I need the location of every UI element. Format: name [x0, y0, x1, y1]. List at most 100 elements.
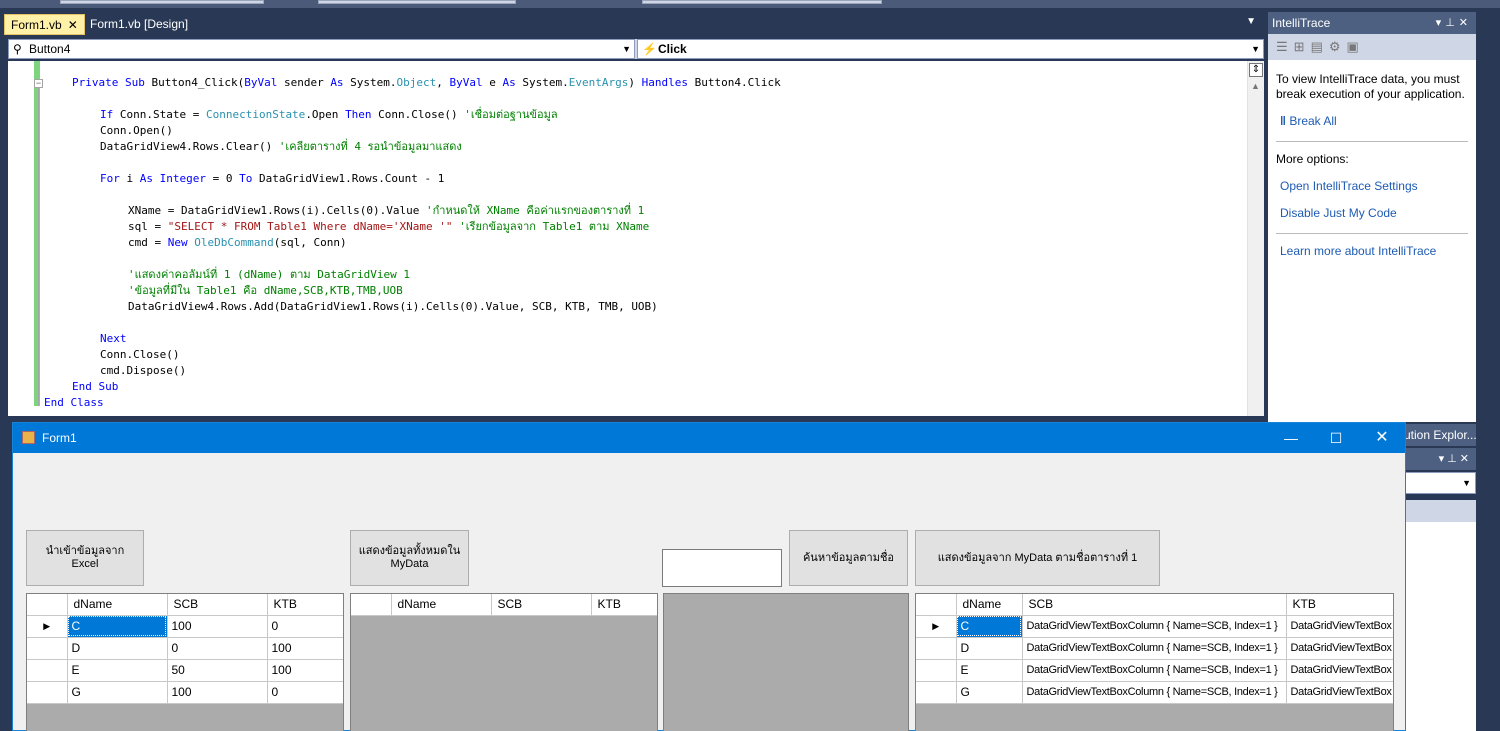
- grid-cell[interactable]: 50: [167, 659, 268, 682]
- column-header[interactable]: KTB: [591, 594, 657, 616]
- column-header[interactable]: KTB: [1286, 594, 1393, 616]
- grid-cell[interactable]: DataGridViewTextBox: [1286, 637, 1393, 660]
- code-editor[interactable]: − Private Sub Button4_Click(ByVal sender…: [8, 61, 1264, 416]
- grid-cell[interactable]: DataGridViewTextBox: [1286, 659, 1393, 682]
- break-all-link[interactable]: ‖ Break All: [1280, 114, 1468, 129]
- table-row[interactable]: ▶ C DataGridViewTextBoxColumn { Name=SCB…: [916, 615, 1393, 638]
- datagridview3[interactable]: [663, 593, 909, 731]
- row-header-corner[interactable]: [916, 594, 957, 616]
- chevron-down-icon[interactable]: ▼: [1251, 40, 1260, 58]
- chevron-down-icon[interactable]: ▼: [622, 40, 631, 58]
- grid-cell[interactable]: DataGridViewTextBoxColumn { Name=SCB, In…: [1022, 659, 1287, 682]
- splitter-icon[interactable]: ⇕: [1249, 63, 1263, 77]
- minimize-icon[interactable]: —: [1268, 423, 1314, 453]
- column-header[interactable]: SCB: [167, 594, 268, 616]
- datagridview1[interactable]: dName SCB KTB ▶ C 100 0 D 0 100 E 50 100: [26, 593, 344, 731]
- object-combo[interactable]: ⚲ Button4 ▼: [8, 39, 635, 59]
- import-excel-button[interactable]: นำเข้าข้อมูลจาก Excel: [26, 530, 144, 586]
- vertical-scrollbar[interactable]: ⇕ ▲: [1247, 61, 1264, 416]
- close-icon[interactable]: ✕: [1459, 17, 1472, 29]
- search-button[interactable]: ค้นหาข้อมูลตามชื่อ: [789, 530, 908, 586]
- table-row[interactable]: G DataGridViewTextBoxColumn { Name=SCB, …: [916, 681, 1393, 704]
- grid-cell[interactable]: G: [956, 681, 1023, 704]
- toolbar-combo[interactable]: [318, 0, 516, 4]
- table-row[interactable]: D DataGridViewTextBoxColumn { Name=SCB, …: [916, 637, 1393, 660]
- table-row[interactable]: D 0 100: [27, 637, 343, 660]
- maximize-icon[interactable]: ☐: [1313, 423, 1359, 453]
- toolbar-combo[interactable]: [642, 0, 882, 4]
- table-row[interactable]: G 100 0: [27, 681, 343, 704]
- grid-cell[interactable]: 100: [167, 615, 268, 638]
- grid-cell[interactable]: E: [956, 659, 1023, 682]
- tab-form1-vb[interactable]: Form1.vb ✕: [4, 14, 85, 35]
- grid-cell[interactable]: G: [67, 681, 168, 704]
- settings-icon[interactable]: ⚙: [1329, 39, 1347, 54]
- open-settings-link[interactable]: Open IntelliTrace Settings: [1280, 179, 1468, 194]
- column-header[interactable]: dName: [391, 594, 492, 616]
- learn-more-link[interactable]: Learn more about IntelliTrace: [1280, 244, 1468, 259]
- row-header[interactable]: [916, 681, 957, 704]
- filter-icon[interactable]: ⊞: [1294, 39, 1311, 54]
- column-header[interactable]: SCB: [491, 594, 592, 616]
- save-icon[interactable]: ▣: [1347, 39, 1365, 54]
- grid-cell[interactable]: E: [67, 659, 168, 682]
- tab-form1-design[interactable]: Form1.vb [Design]: [84, 14, 194, 35]
- datagridview2[interactable]: dName SCB KTB: [350, 593, 658, 731]
- grid-cell[interactable]: D: [956, 637, 1023, 660]
- grid-cell[interactable]: C: [956, 615, 1023, 638]
- chevron-down-icon[interactable]: ▾: [1439, 453, 1448, 465]
- open-icon[interactable]: ▤: [1311, 39, 1329, 54]
- pin-icon[interactable]: ⊥: [1447, 453, 1460, 465]
- datagridview4[interactable]: dName SCB KTB ▶ C DataGridViewTextBoxCol…: [915, 593, 1394, 731]
- column-header[interactable]: dName: [67, 594, 168, 616]
- close-icon[interactable]: ✕: [1359, 423, 1405, 453]
- current-row-icon[interactable]: ▶: [27, 615, 68, 638]
- row-header[interactable]: [27, 681, 68, 704]
- disable-jmc-link[interactable]: Disable Just My Code: [1280, 206, 1468, 221]
- chevron-down-icon[interactable]: ▼: [1462, 478, 1471, 488]
- table-row[interactable]: E DataGridViewTextBoxColumn { Name=SCB, …: [916, 659, 1393, 682]
- grid-cell[interactable]: DataGridViewTextBoxColumn { Name=SCB, In…: [1022, 637, 1287, 660]
- solution-explorer-combo[interactable]: ▼: [1404, 472, 1476, 494]
- row-header[interactable]: [27, 637, 68, 660]
- grid-cell[interactable]: DataGridViewTextBoxColumn { Name=SCB, In…: [1022, 681, 1287, 704]
- column-header[interactable]: dName: [956, 594, 1023, 616]
- close-icon[interactable]: ✕: [1460, 453, 1472, 465]
- grid-cell[interactable]: DataGridViewTextBoxColumn { Name=SCB, In…: [1022, 615, 1287, 638]
- list-icon[interactable]: ☰: [1276, 39, 1294, 54]
- show-all-button[interactable]: แสดงข้อมูลทั้งหมดใน MyData: [350, 530, 469, 586]
- collapse-icon[interactable]: −: [34, 79, 43, 88]
- grid-cell[interactable]: 0: [167, 637, 268, 660]
- toolbar-combo[interactable]: [60, 0, 264, 4]
- column-header[interactable]: KTB: [267, 594, 343, 616]
- grid-cell[interactable]: 100: [267, 637, 343, 660]
- form1-title-bar[interactable]: Form1 — ☐ ✕: [13, 423, 1405, 453]
- method-combo[interactable]: ⚡ Click ▼: [637, 39, 1264, 59]
- scroll-up-icon[interactable]: ▲: [1251, 81, 1260, 91]
- row-header[interactable]: [916, 637, 957, 660]
- grid-cell[interactable]: DataGridViewTextBox: [1286, 681, 1393, 704]
- solution-explorer-tab[interactable]: ution Explor...: [1404, 424, 1476, 446]
- grid-cell[interactable]: 0: [267, 681, 343, 704]
- grid-cell[interactable]: C: [67, 615, 168, 638]
- show-from-table1-button[interactable]: แสดงข้อมูลจาก MyData ตามชื่อตารางที่ 1: [915, 530, 1160, 586]
- row-header[interactable]: [27, 659, 68, 682]
- grid-cell[interactable]: 100: [267, 659, 343, 682]
- pin-icon[interactable]: ⊥: [1445, 17, 1459, 29]
- row-header[interactable]: [916, 659, 957, 682]
- code-text[interactable]: Private Sub Button4_Click(ByVal sender A…: [44, 75, 781, 411]
- grid-cell[interactable]: DataGridViewTextBox: [1286, 615, 1393, 638]
- solution-explorer-tree[interactable]: [1404, 522, 1476, 731]
- column-header[interactable]: SCB: [1022, 594, 1287, 616]
- chevron-down-icon[interactable]: ▼: [1246, 16, 1256, 27]
- row-header-corner[interactable]: [351, 594, 392, 616]
- close-icon[interactable]: ✕: [68, 18, 78, 32]
- grid-cell[interactable]: D: [67, 637, 168, 660]
- chevron-down-icon[interactable]: ▾: [1436, 17, 1446, 29]
- current-row-icon[interactable]: ▶: [916, 615, 957, 638]
- search-input[interactable]: [662, 549, 782, 587]
- table-row[interactable]: ▶ C 100 0: [27, 615, 343, 638]
- grid-cell[interactable]: 0: [267, 615, 343, 638]
- row-header-corner[interactable]: [27, 594, 68, 616]
- table-row[interactable]: E 50 100: [27, 659, 343, 682]
